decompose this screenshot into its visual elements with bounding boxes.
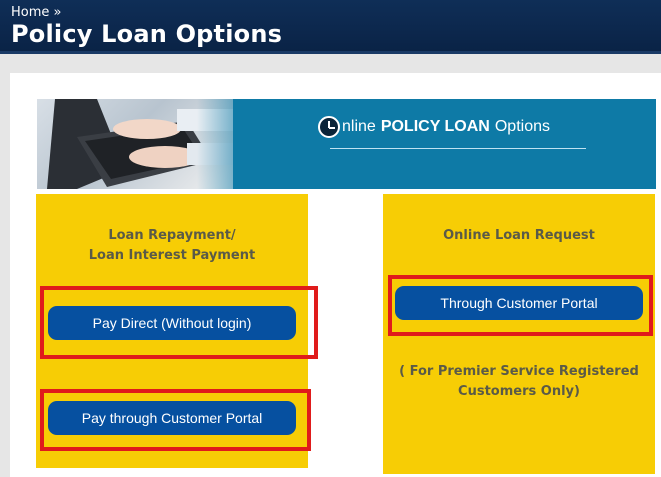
premier-note-line1: ( For Premier Service Registered xyxy=(399,364,639,379)
breadcrumb: Home » xyxy=(11,5,62,20)
page-header: Home » Policy Loan Options xyxy=(0,0,661,54)
banner-title-prefix: nline xyxy=(342,118,376,135)
loan-repayment-heading: Loan Repayment/ Loan Interest Payment xyxy=(36,226,308,266)
premier-service-note: ( For Premier Service Registered Custome… xyxy=(383,362,655,402)
page-title: Policy Loan Options xyxy=(11,20,283,48)
online-loan-request-heading: Online Loan Request xyxy=(443,228,595,243)
banner-title-strong: POLICY LOAN xyxy=(380,118,490,135)
banner-underline xyxy=(330,148,586,149)
banner-title-suffix: Options xyxy=(494,118,550,135)
banner-fade xyxy=(197,99,267,189)
clock-icon xyxy=(318,116,340,138)
request-through-portal-button[interactable]: Through Customer Portal xyxy=(395,286,643,320)
pay-through-portal-button[interactable]: Pay through Customer Portal xyxy=(48,401,296,435)
policy-loan-banner xyxy=(37,99,656,189)
loan-repayment-heading-line2: Loan Interest Payment xyxy=(88,248,256,263)
pay-direct-button[interactable]: Pay Direct (Without login) xyxy=(48,306,296,340)
breadcrumb-home-link[interactable]: Home xyxy=(11,5,49,20)
loan-repayment-heading-line1: Loan Repayment/ xyxy=(108,228,236,243)
banner-title: nline POLICY LOAN Options xyxy=(318,116,550,138)
breadcrumb-separator: » xyxy=(53,5,62,20)
premier-note-line2: Customers Only) xyxy=(458,384,580,399)
